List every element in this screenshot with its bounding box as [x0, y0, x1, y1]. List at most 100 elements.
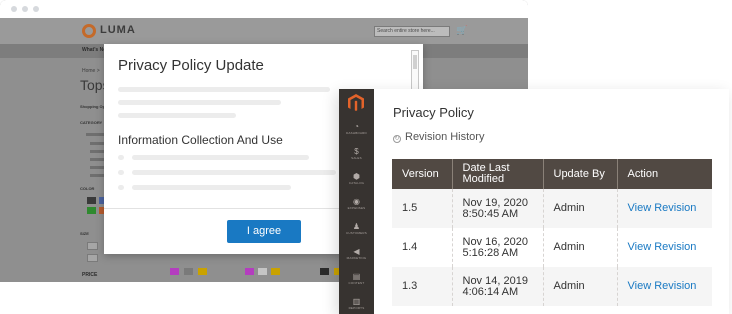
sidebar-item-label: SALES — [351, 156, 362, 160]
luma-logo-icon[interactable] — [82, 24, 96, 38]
color-swatch[interactable] — [87, 207, 96, 214]
view-revision-link[interactable]: View Revision — [628, 202, 697, 214]
action-cell: View Revision — [617, 189, 712, 228]
product-color-swatch[interactable] — [184, 268, 193, 275]
admin-privacy-panel: ◔ DASHBOARD $ SALES ⬢ CATALOG ◉ EXPENSES ♟ CUSTOM… — [339, 89, 729, 314]
text-placeholder-line — [132, 155, 309, 160]
product-color-swatch[interactable] — [320, 268, 329, 275]
color-filter-heading[interactable]: COLOR — [80, 186, 94, 191]
cart-icon[interactable]: 🛒 — [456, 25, 467, 36]
size-filter-heading[interactable]: SIZE — [80, 231, 89, 236]
sidebar-item-label: EXPENSES — [347, 206, 366, 210]
revision-history-label: Revision History — [405, 131, 485, 143]
update-by-cell: Admin — [543, 228, 618, 267]
sidebar-item-label: CONTENT — [348, 281, 365, 285]
bullet-placeholder — [118, 170, 124, 175]
reports-icon: ▥ — [352, 297, 361, 306]
action-cell: View Revision — [617, 228, 712, 267]
table-row: 1.4 Nov 16, 2020 5:16:28 AM Admin View Re… — [392, 228, 712, 267]
bullet-placeholder — [118, 185, 124, 190]
text-placeholder-line — [118, 87, 330, 92]
sidebar-item-sales[interactable]: $ SALES — [339, 147, 374, 173]
content-icon: ▤ — [352, 272, 361, 281]
table-header-row: Version Date Last Modified Update By Act… — [392, 159, 712, 189]
sidebar-item-reports[interactable]: ▥ REPORTS — [339, 297, 374, 314]
column-header-version[interactable]: Version — [392, 159, 453, 189]
color-swatch[interactable] — [87, 197, 96, 204]
breadcrumb[interactable]: Home > — [82, 68, 100, 74]
sales-icon: $ — [354, 147, 359, 156]
size-option[interactable] — [87, 242, 98, 250]
filter-option[interactable] — [90, 174, 105, 177]
version-cell: 1.4 — [392, 228, 453, 267]
sidebar-item-expenses[interactable]: ◉ EXPENSES — [339, 197, 374, 223]
sidebar-item-label: REPORTS — [348, 306, 365, 310]
time-text: 5:16:28 AM — [462, 246, 519, 259]
text-placeholder-line — [132, 185, 291, 190]
scrollbar-thumb[interactable] — [413, 55, 417, 69]
revision-history-toggle[interactable]: ↻ Revision History — [393, 131, 484, 143]
sidebar-item-content[interactable]: ▤ CONTENT — [339, 272, 374, 298]
window-dot-icon[interactable] — [11, 6, 17, 12]
browser-title-bar — [0, 0, 528, 18]
filter-option[interactable] — [86, 133, 106, 136]
product-color-swatch[interactable] — [258, 268, 267, 275]
product-color-swatch[interactable] — [170, 268, 179, 275]
sidebar-item-catalog[interactable]: ⬢ CATALOG — [339, 172, 374, 198]
sidebar-item-label: DASHBOARD — [346, 131, 367, 135]
text-placeholder-line — [118, 113, 236, 118]
version-cell: 1.5 — [392, 189, 453, 228]
version-cell: 1.3 — [392, 267, 453, 306]
update-by-cell: Admin — [543, 189, 618, 228]
text-placeholder-line — [118, 100, 281, 105]
modal-title: Privacy Policy Update — [118, 57, 264, 74]
customers-icon: ♟ — [352, 222, 361, 231]
category-filter-heading[interactable]: CATEGORY — [80, 120, 102, 125]
date-cell: Nov 19, 2020 8:50:45 AM — [452, 189, 544, 228]
revision-table: Version Date Last Modified Update By Act… — [392, 159, 712, 306]
table-row: 1.5 Nov 19, 2020 8:50:45 AM Admin View Re… — [392, 189, 712, 228]
column-header-update-by[interactable]: Update By — [543, 159, 618, 189]
sidebar-item-marketing[interactable]: ◀ MARKETING — [339, 247, 374, 273]
column-header-action[interactable]: Action — [617, 159, 712, 189]
window-dot-icon[interactable] — [33, 6, 39, 12]
product-color-swatch[interactable] — [271, 268, 280, 275]
time-text: 4:06:14 AM — [462, 285, 519, 298]
filter-option[interactable] — [90, 158, 104, 161]
sidebar-item-label: CATALOG — [348, 181, 365, 185]
sidebar-item-dashboard[interactable]: ◔ DASHBOARD — [339, 122, 374, 148]
table-row: 1.3 Nov 14, 2019 4:06:14 AM Admin View Re… — [392, 267, 712, 306]
column-header-date[interactable]: Date Last Modified — [452, 159, 544, 189]
sidebar-item-customers[interactable]: ♟ CUSTOMERS — [339, 222, 374, 248]
action-cell: View Revision — [617, 267, 712, 306]
product-color-swatch[interactable] — [245, 268, 254, 275]
agree-button[interactable]: I agree — [227, 220, 301, 243]
store-logo-text[interactable]: LUMA — [100, 24, 136, 36]
price-filter-heading[interactable]: PRICE — [82, 272, 97, 278]
magento-logo-icon[interactable] — [348, 94, 364, 112]
date-cell: Nov 16, 2020 5:16:28 AM — [452, 228, 544, 267]
update-by-cell: Admin — [543, 267, 618, 306]
expenses-icon: ◉ — [353, 197, 360, 206]
view-revision-link[interactable]: View Revision — [628, 280, 697, 292]
product-color-swatch[interactable] — [198, 268, 207, 275]
sidebar-item-label: MARKETING — [346, 256, 367, 260]
size-option[interactable] — [87, 254, 98, 262]
admin-sidebar: ◔ DASHBOARD $ SALES ⬢ CATALOG ◉ EXPENSES ♟ CUSTOM… — [339, 89, 374, 314]
date-cell: Nov 14, 2019 4:06:14 AM — [452, 267, 544, 306]
screenshot-stage: LUMA Search entire store here... 🛒 What'… — [0, 0, 732, 314]
bullet-placeholder — [118, 155, 124, 160]
admin-page-title: Privacy Policy — [393, 105, 474, 120]
store-header: LUMA Search entire store here... 🛒 — [0, 18, 528, 44]
store-search-input[interactable]: Search entire store here... — [374, 26, 450, 37]
history-icon: ↻ — [393, 135, 401, 143]
modal-section-heading: Information Collection And Use — [118, 133, 283, 147]
time-text: 8:50:45 AM — [462, 207, 519, 220]
marketing-icon: ◀ — [353, 247, 360, 256]
sidebar-item-label: CUSTOMERS — [346, 231, 367, 235]
window-dot-icon[interactable] — [22, 6, 28, 12]
catalog-icon: ⬢ — [353, 172, 360, 181]
text-placeholder-line — [132, 170, 336, 175]
dashboard-icon: ◔ — [354, 122, 359, 131]
view-revision-link[interactable]: View Revision — [628, 241, 697, 253]
